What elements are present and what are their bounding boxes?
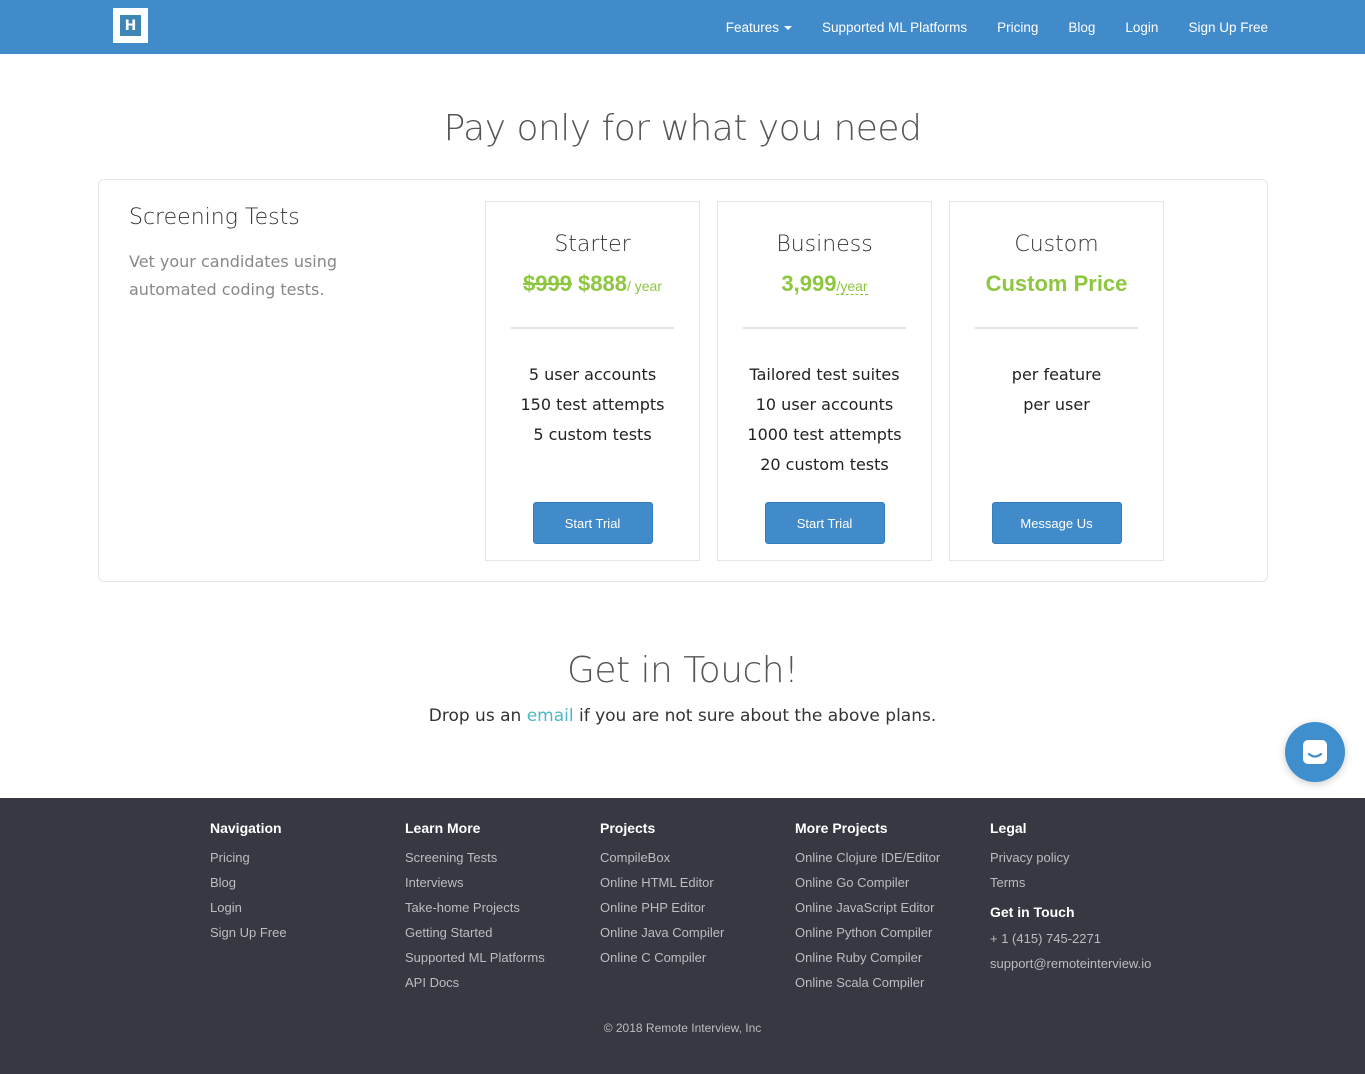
nav-menu: Features Supported ML Platforms Pricing … xyxy=(696,0,1268,54)
footer: Navigation Pricing Blog Login Sign Up Fr… xyxy=(0,798,1365,1074)
plan-price: Custom Price xyxy=(950,271,1163,301)
footer-link[interactable]: Online Ruby Compiler xyxy=(795,945,940,970)
plan-feature: 5 custom tests xyxy=(533,425,652,444)
pricing-panel: Screening Tests Vet your candidates usin… xyxy=(98,179,1268,582)
nav-item-pricing[interactable]: Pricing xyxy=(997,20,1038,35)
plan-feature: 1000 test attempts xyxy=(747,425,902,444)
plan-name: Business xyxy=(776,232,873,257)
plan-features: per feature per user xyxy=(950,360,1163,480)
footer-column-learn-more: Learn More Screening Tests Interviews Ta… xyxy=(405,820,545,995)
plan-name: Custom xyxy=(1014,232,1099,257)
old-price: $999 xyxy=(523,271,572,296)
nav-item-blog[interactable]: Blog xyxy=(1068,20,1095,35)
caret-down-icon xyxy=(784,26,793,30)
logo-mark: H xyxy=(120,15,141,36)
divider xyxy=(511,327,674,329)
price-period[interactable]: /year xyxy=(836,278,868,295)
divider xyxy=(975,327,1138,329)
get-in-touch-text: Drop us an email if you are not sure abo… xyxy=(0,706,1365,726)
divider xyxy=(743,327,906,329)
plan-price: 3,999 /year xyxy=(718,271,931,301)
footer-link[interactable]: Supported ML Platforms xyxy=(405,945,545,970)
chat-icon xyxy=(1303,740,1327,764)
touch-text-before: Drop us an xyxy=(428,706,527,726)
footer-link[interactable]: Online Python Compiler xyxy=(795,920,940,945)
footer-email[interactable]: support@remoteinterview.io xyxy=(990,951,1151,976)
plan-card-custom: Custom Custom Price per feature per user… xyxy=(949,201,1164,561)
plan-feature: 5 user accounts xyxy=(528,365,657,384)
footer-heading: Legal xyxy=(990,820,1027,836)
navbar: H Features Supported ML Platforms Pricin… xyxy=(0,0,1365,54)
footer-heading: Projects xyxy=(600,820,656,836)
footer-link[interactable]: Interviews xyxy=(405,870,545,895)
footer-link[interactable]: Terms xyxy=(990,870,1151,895)
nav-item-features[interactable]: Features xyxy=(725,19,793,35)
footer-link[interactable]: Online C Compiler xyxy=(600,945,724,970)
start-trial-button[interactable]: Start Trial xyxy=(764,502,885,544)
footer-column-legal: Legal Privacy policy Terms Get in Touch … xyxy=(990,820,1151,976)
nav-item-login[interactable]: Login xyxy=(1125,20,1158,35)
section-title: Screening Tests xyxy=(129,205,300,230)
message-us-button[interactable]: Message Us xyxy=(991,502,1122,544)
plan-feature: 20 custom tests xyxy=(760,455,889,474)
plan-feature: per user xyxy=(1023,395,1090,414)
chat-launcher-button[interactable] xyxy=(1285,722,1345,782)
footer-link[interactable]: API Docs xyxy=(405,970,545,995)
footer-link[interactable]: Screening Tests xyxy=(405,845,545,870)
plan-card-starter: Starter $999 $888 / year 5 user accounts… xyxy=(485,201,700,561)
footer-link[interactable]: Online Go Compiler xyxy=(795,870,940,895)
page-title: Pay only for what you need xyxy=(443,108,922,149)
footer-link[interactable]: Online Scala Compiler xyxy=(795,970,940,995)
footer-link[interactable]: Online PHP Editor xyxy=(600,895,724,920)
plan-name: Starter xyxy=(554,232,631,257)
footer-link[interactable]: Getting Started xyxy=(405,920,545,945)
plan-feature: 150 test attempts xyxy=(520,395,665,414)
footer-column-projects: Projects CompileBox Online HTML Editor O… xyxy=(600,820,724,970)
nav-item-sign-up-free[interactable]: Sign Up Free xyxy=(1188,20,1268,35)
footer-link[interactable]: Sign Up Free xyxy=(210,920,287,945)
current-price: $888 xyxy=(577,271,627,296)
current-price: 3,999 xyxy=(781,271,837,296)
footer-phone[interactable]: + 1 (415) 745-2271 xyxy=(990,926,1151,951)
touch-text-after: if you are not sure about the above plan… xyxy=(573,706,937,726)
footer-link[interactable]: Blog xyxy=(210,870,287,895)
email-link[interactable]: email xyxy=(527,706,574,726)
logo[interactable]: H xyxy=(113,8,148,43)
footer-column-navigation: Navigation Pricing Blog Login Sign Up Fr… xyxy=(210,820,287,945)
footer-link[interactable]: Online JavaScript Editor xyxy=(795,895,940,920)
footer-link[interactable]: Online HTML Editor xyxy=(600,870,724,895)
plan-card-business: Business 3,999 /year Tailored test suite… xyxy=(717,201,932,561)
plan-features: Tailored test suites 10 user accounts 10… xyxy=(718,360,931,480)
footer-link[interactable]: Online Clojure IDE/Editor xyxy=(795,845,940,870)
nav-item-supported-ml-platforms[interactable]: Supported ML Platforms xyxy=(822,20,967,35)
footer-heading: More Projects xyxy=(795,820,888,836)
plan-feature: per feature xyxy=(1011,365,1102,384)
footer-link[interactable]: Online Java Compiler xyxy=(600,920,724,945)
copyright: © 2018 Remote Interview, Inc xyxy=(603,1021,762,1035)
footer-heading: Navigation xyxy=(210,820,282,836)
footer-link[interactable]: CompileBox xyxy=(600,845,724,870)
footer-heading: Learn More xyxy=(405,820,481,836)
footer-link[interactable]: Login xyxy=(210,895,287,920)
plan-features: 5 user accounts 150 test attempts 5 cust… xyxy=(486,360,699,480)
get-in-touch-title: Get in Touch! xyxy=(566,650,799,691)
plan-price: $999 $888 / year xyxy=(486,271,699,301)
price-period: / year xyxy=(626,278,662,294)
footer-link[interactable]: Privacy policy xyxy=(990,845,1151,870)
current-price: Custom Price xyxy=(985,271,1128,296)
footer-column-more-projects: More Projects Online Clojure IDE/Editor … xyxy=(795,820,940,995)
plan-feature: 10 user accounts xyxy=(755,395,894,414)
footer-link[interactable]: Take-home Projects xyxy=(405,895,545,920)
nav-item-label: Features xyxy=(725,19,780,35)
start-trial-button[interactable]: Start Trial xyxy=(532,502,653,544)
footer-link[interactable]: Pricing xyxy=(210,845,287,870)
footer-heading: Get in Touch xyxy=(990,904,1075,920)
plan-feature: Tailored test suites xyxy=(749,365,900,384)
section-description: Vet your candidates using automated codi… xyxy=(129,252,338,299)
